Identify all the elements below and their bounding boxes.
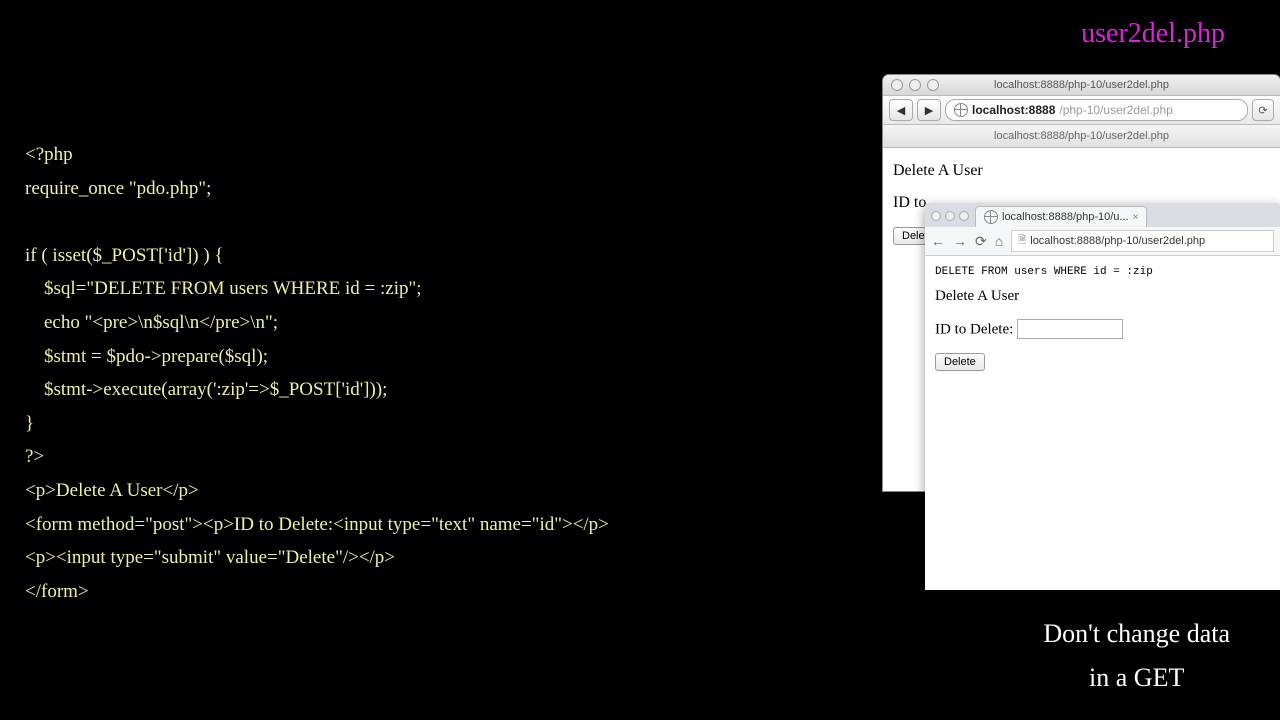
globe-icon (954, 103, 968, 117)
safari-toolbar: ◀ ▶ localhost:8888/php-10/user2del.php ⟳ (883, 96, 1280, 125)
zoom-dot-icon[interactable] (927, 79, 939, 91)
footer-note: Don't change data in a GET (1043, 612, 1230, 700)
page-icon: 🗎 (1018, 233, 1026, 250)
home-button[interactable]: ⌂ (995, 233, 1003, 249)
address-host: localhost:8888 (972, 103, 1055, 117)
traffic-lights (927, 211, 975, 227)
forward-button[interactable]: ▶ (917, 99, 941, 121)
filename-title: user2del.php (1081, 18, 1225, 50)
forward-button[interactable]: → (953, 233, 967, 249)
minimize-dot-icon[interactable] (945, 211, 955, 221)
tab-label[interactable]: localhost:8888/php-10/user2del.php (994, 130, 1169, 142)
id-label: ID to (893, 194, 926, 211)
slide: user2del.php <?php require_once "pdo.php… (0, 0, 1280, 720)
chrome-window: localhost:8888/php-10/u... × ← → ⟳ ⌂ 🗎 l… (925, 203, 1280, 590)
safari-titlebar: localhost:8888/php-10/user2del.php (883, 75, 1280, 96)
chrome-tab-bar: localhost:8888/php-10/u... × (925, 203, 1280, 227)
window-title: localhost:8888/php-10/user2del.php (883, 79, 1280, 91)
back-button[interactable]: ◀ (889, 99, 913, 121)
close-dot-icon[interactable] (931, 211, 941, 221)
id-input[interactable] (1017, 319, 1123, 339)
favicon-globe-icon (984, 210, 998, 224)
url-text: localhost:8888/php-10/user2del.php (1030, 235, 1205, 247)
address-path: /php-10/user2del.php (1059, 103, 1172, 117)
address-bar[interactable]: 🗎 localhost:8888/php-10/user2del.php (1011, 230, 1274, 252)
footer-line-1: Don't change data (1043, 612, 1230, 656)
tab-close-icon[interactable]: × (1133, 212, 1139, 223)
zoom-dot-icon[interactable] (959, 211, 969, 221)
safari-tab-bar: localhost:8888/php-10/user2del.php (883, 125, 1280, 148)
reload-button[interactable]: ⟳ (1252, 99, 1274, 121)
id-label: ID to Delete: (935, 322, 1013, 338)
reload-button[interactable]: ⟳ (975, 233, 987, 250)
chrome-page-body: DELETE FROM users WHERE id = :zip Delete… (925, 256, 1280, 392)
page-heading: Delete A User (893, 162, 1270, 180)
page-heading: Delete A User (935, 288, 1270, 305)
back-button[interactable]: ← (931, 233, 945, 249)
close-dot-icon[interactable] (891, 79, 903, 91)
tab-title: localhost:8888/php-10/u... (1002, 211, 1129, 223)
sql-echo-output: DELETE FROM users WHERE id = :zip (935, 266, 1270, 278)
delete-button[interactable]: Delete (935, 353, 985, 371)
traffic-lights (883, 79, 939, 91)
minimize-dot-icon[interactable] (909, 79, 921, 91)
php-code-listing: <?php require_once "pdo.php"; if ( isset… (25, 138, 609, 608)
address-bar[interactable]: localhost:8888/php-10/user2del.php (945, 99, 1248, 121)
footer-line-2: in a GET (1043, 656, 1230, 700)
chrome-toolbar: ← → ⟳ ⌂ 🗎 localhost:8888/php-10/user2del… (925, 227, 1280, 256)
form-row: ID to Delete: (935, 319, 1270, 339)
browser-tab[interactable]: localhost:8888/php-10/u... × (975, 206, 1147, 227)
